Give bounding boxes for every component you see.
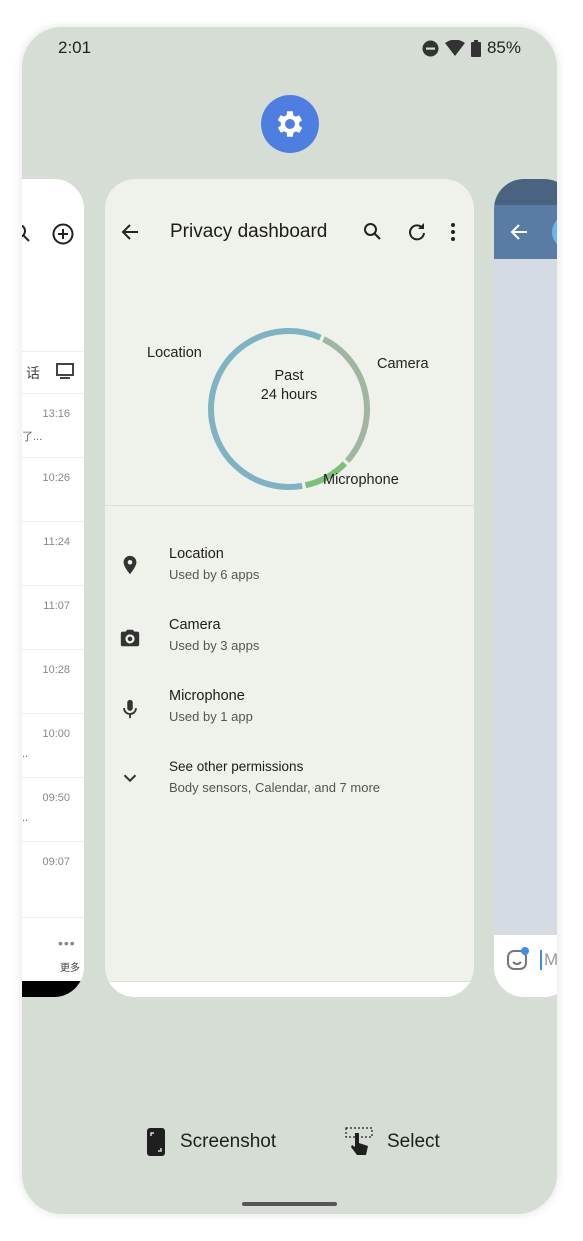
center-line-1: Past	[274, 368, 304, 384]
location-pin-icon	[123, 555, 137, 575]
chat-time: 10:26	[42, 472, 70, 484]
chat-time: 11:24	[43, 536, 70, 548]
permission-title: Location	[169, 546, 224, 562]
permission-subtitle: Used by 1 app	[169, 709, 253, 724]
back-arrow-icon[interactable]	[121, 223, 139, 241]
recent-app-card-left[interactable]: 话 13:16 了... 10:26 11:24 11:07 10:28 10:00.. 09…	[22, 179, 84, 997]
back-arrow-icon[interactable]	[510, 223, 528, 241]
permission-title: Camera	[169, 617, 221, 633]
settings-app-icon[interactable]	[261, 95, 319, 153]
permission-item-microphone[interactable]: Microphone Used by 1 app	[105, 688, 474, 738]
chat-list-item[interactable]: 10:26	[22, 457, 84, 521]
tab-text: 话	[26, 365, 40, 381]
recents-screen: 2:01 85% 话 13:16 了... 10:26 11:24 11:07 10:28…	[22, 27, 557, 1214]
chat-preview: ..	[22, 812, 29, 824]
gesture-handle[interactable]	[242, 1202, 337, 1206]
screenshot-icon	[147, 1128, 165, 1156]
chat-list-item[interactable]: 10:28	[22, 649, 84, 713]
divider	[105, 505, 474, 506]
permission-title: Microphone	[169, 688, 245, 704]
permission-item-camera[interactable]: Camera Used by 3 apps	[105, 617, 474, 667]
chat-list-item[interactable]: 10:00..	[22, 713, 84, 777]
microphone-icon	[123, 699, 137, 719]
chat-time: 13:16	[42, 408, 70, 420]
refresh-icon[interactable]	[407, 222, 427, 242]
search-icon[interactable]	[22, 223, 32, 243]
permission-subtitle: Body sensors, Calendar, and 7 more	[169, 780, 381, 795]
clock: 2:01	[58, 38, 92, 57]
dnd-icon	[422, 40, 439, 56]
chat-time: 10:00	[42, 728, 70, 740]
battery-percent: 85%	[486, 38, 521, 57]
permission-subtitle: Used by 3 apps	[169, 638, 260, 653]
screenshot-label: Screenshot	[180, 1131, 277, 1152]
permission-item-other[interactable]: See other permissions Body sensors, Cale…	[105, 759, 474, 809]
status-bar: 2:01 85%	[58, 37, 521, 59]
select-button[interactable]: Select	[345, 1127, 440, 1157]
chevron-down-icon	[123, 774, 137, 783]
screenshot-button[interactable]: Screenshot	[146, 1127, 276, 1157]
recent-app-card-right[interactable]: Me	[494, 179, 557, 997]
chat-preview: ..	[22, 748, 29, 760]
settings-gear-icon	[277, 111, 303, 137]
chat-time: 09:50	[42, 792, 70, 804]
chat-list-item[interactable]: 09:07	[22, 841, 84, 905]
search-icon[interactable]	[363, 222, 383, 242]
battery-icon	[470, 39, 481, 57]
donut-center-text: Past 24 hours	[235, 367, 343, 405]
more-vert-icon[interactable]	[450, 222, 456, 242]
chat-list-item[interactable]: 13:16 了...	[22, 393, 84, 457]
donut-segment-location	[208, 328, 322, 490]
chat-time: 11:07	[43, 600, 70, 612]
wifi-icon	[444, 40, 465, 56]
donut-label-location: Location	[147, 345, 202, 361]
sticker-icon[interactable]	[506, 947, 530, 971]
donut-label-microphone: Microphone	[323, 472, 399, 488]
desktop-icon[interactable]	[56, 363, 74, 379]
message-input[interactable]: Me	[540, 950, 557, 970]
chat-time: 10:28	[42, 664, 70, 676]
chat-list-item[interactable]: 11:07	[22, 585, 84, 649]
camera-icon	[120, 629, 140, 647]
more-label[interactable]: 更多	[60, 959, 80, 974]
permission-item-location[interactable]: Location Used by 6 apps	[105, 546, 474, 596]
page-title: Privacy dashboard	[170, 221, 328, 242]
recent-app-card-privacy-dashboard[interactable]: Privacy dashboard Location Camera Microp…	[105, 179, 474, 997]
chat-time: 09:07	[42, 856, 70, 868]
select-label: Select	[387, 1131, 440, 1152]
more-dots-icon[interactable]: •••	[58, 935, 76, 951]
chat-list-item[interactable]: 09:50..	[22, 777, 84, 841]
select-hand-icon	[345, 1127, 373, 1155]
donut-label-camera: Camera	[377, 356, 429, 372]
permission-title: See other permissions	[169, 759, 304, 774]
add-circle-icon[interactable]	[52, 223, 74, 245]
center-line-2: 24 hours	[260, 387, 318, 403]
chat-preview: 了...	[22, 431, 43, 443]
permission-subtitle: Used by 6 apps	[169, 567, 260, 582]
chat-list-item[interactable]: 11:24	[22, 521, 84, 585]
